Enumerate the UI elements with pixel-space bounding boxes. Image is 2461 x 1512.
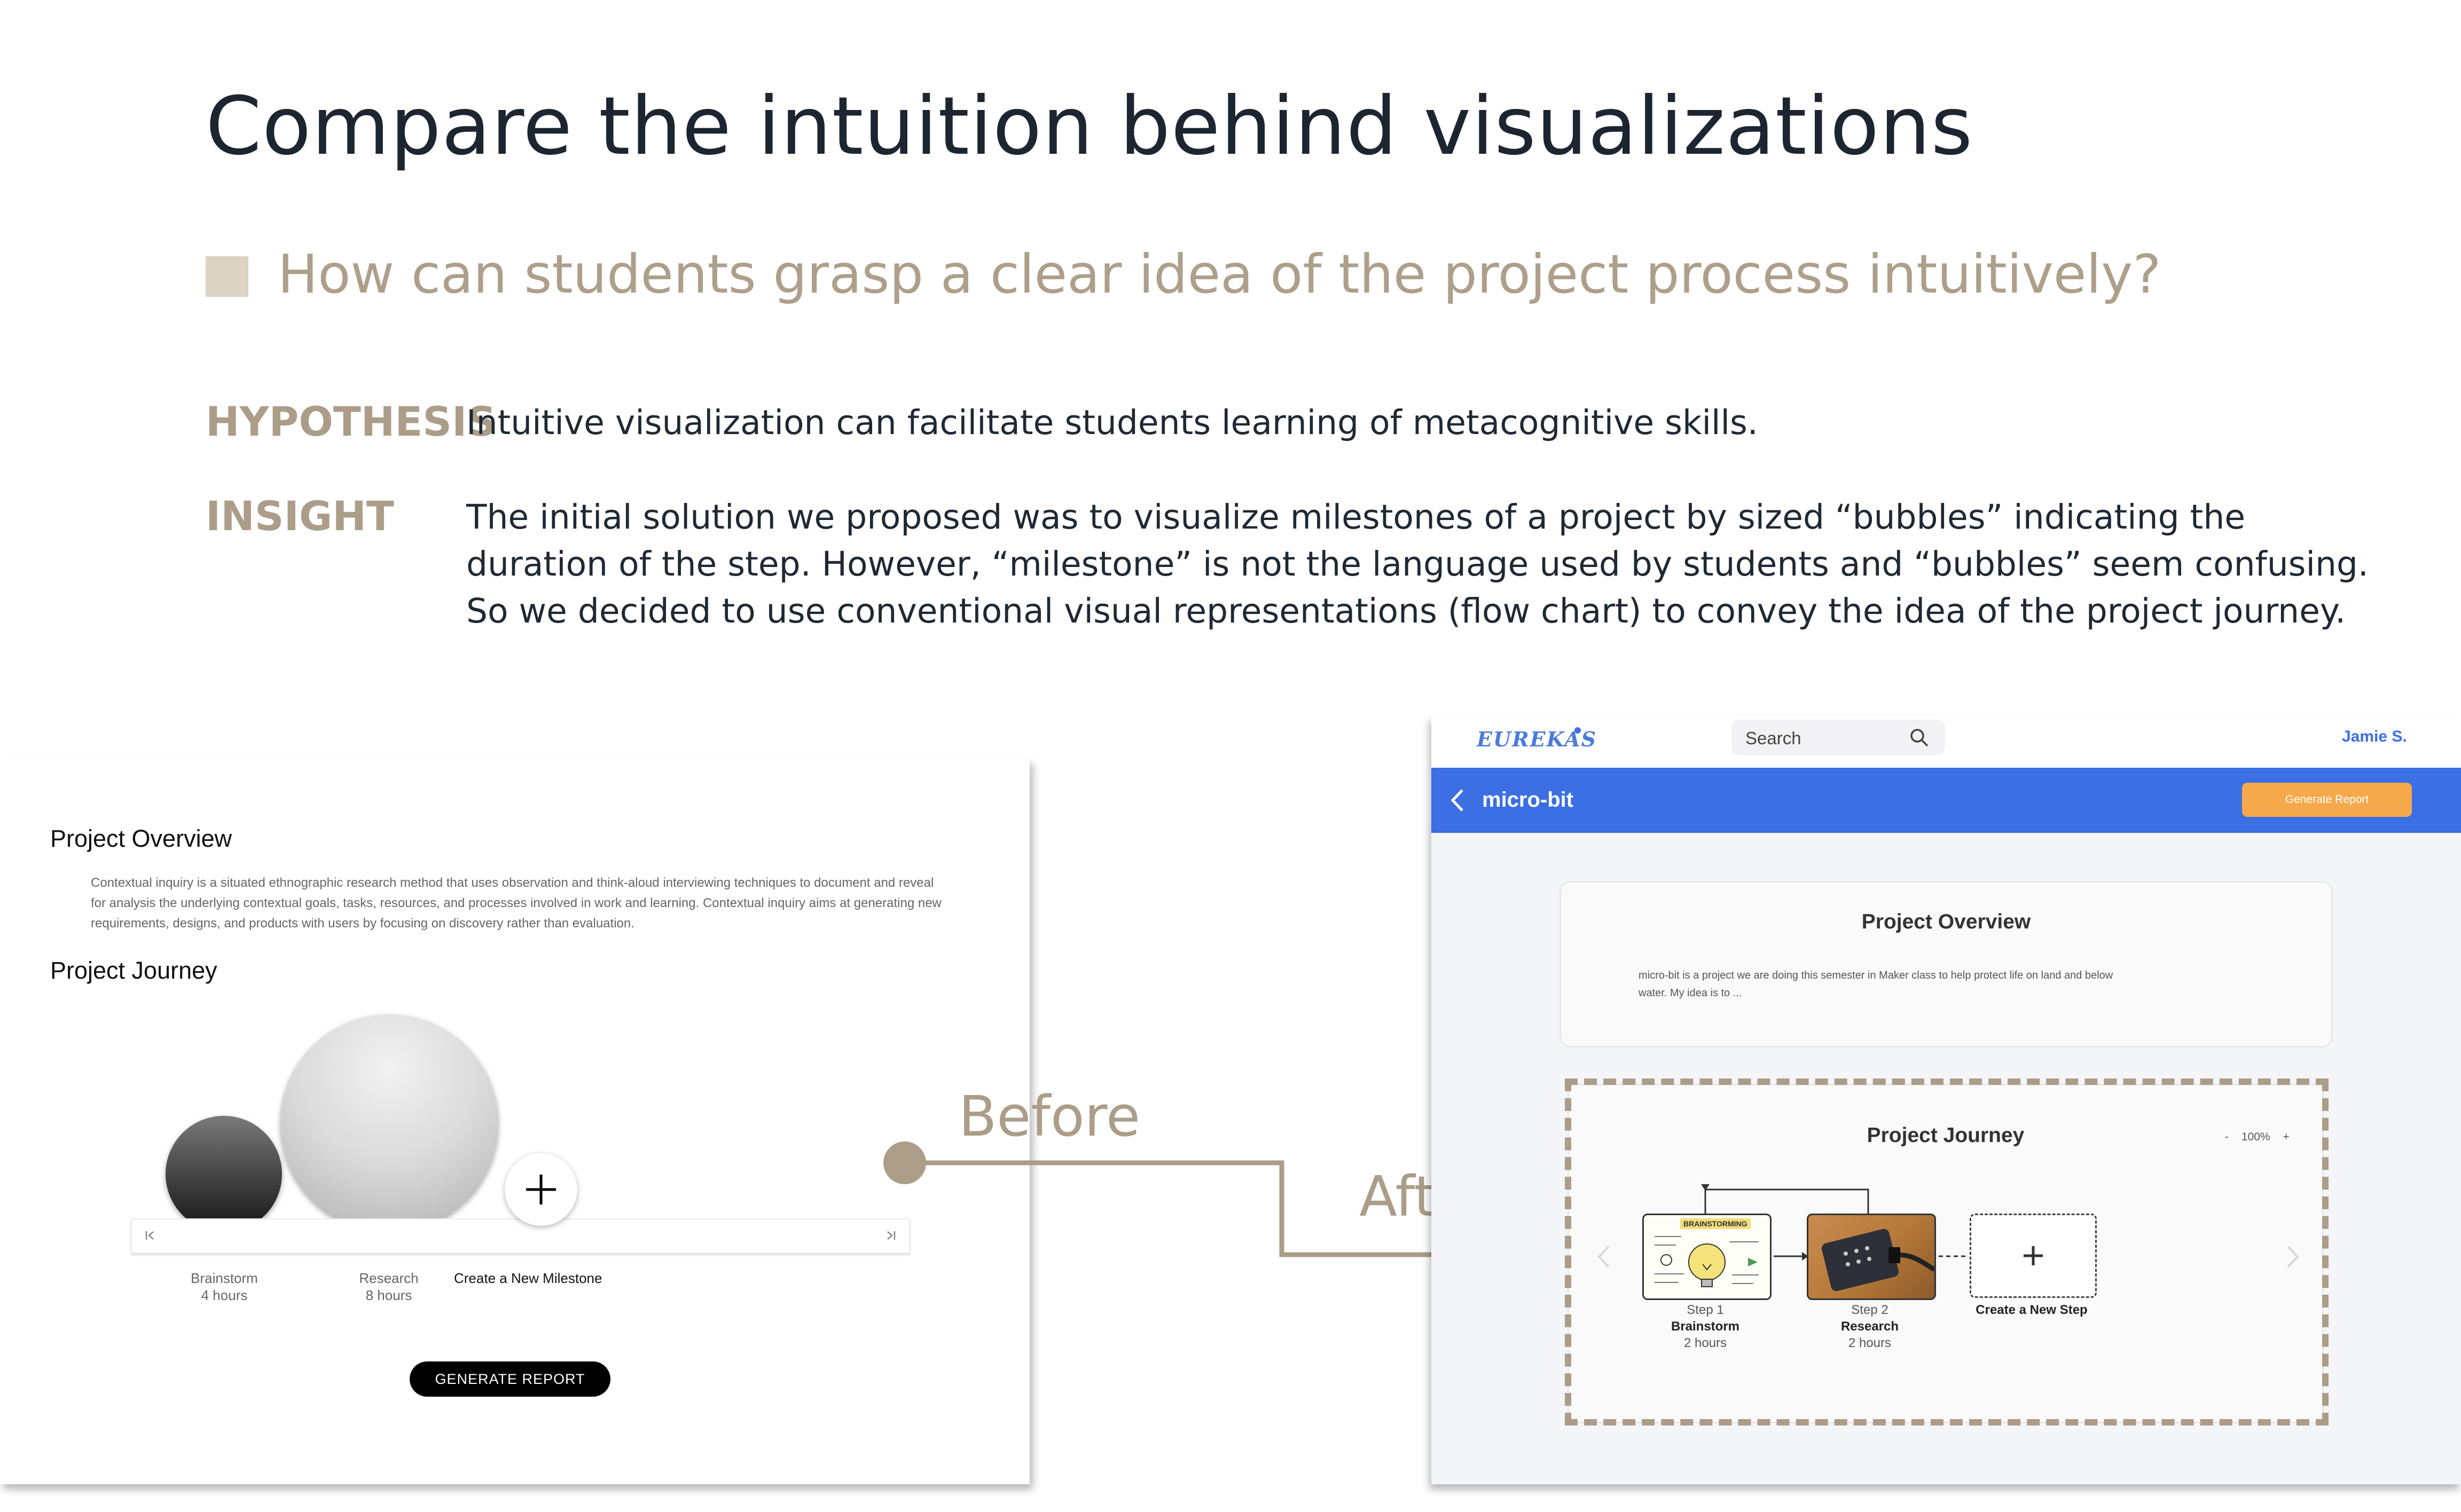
project-overview-panel: Project Overview micro-bit is a project … [1559, 881, 2333, 1048]
overview-text: micro-bit is a project we are doing this… [1639, 967, 2113, 1002]
project-title: micro-bit [1482, 788, 1574, 812]
top-navigation-bar: EUREKAS Search Jamie S. [1431, 715, 2461, 768]
overview-heading: Project Overview [1861, 910, 2031, 933]
project-header-bar: micro-bit Generate Report [1431, 768, 2461, 833]
overview-line: micro-bit is a project we are doing this… [1639, 970, 2113, 981]
highlight-frame [1565, 1078, 2329, 1426]
search-icon[interactable] [1909, 727, 1930, 749]
user-name[interactable]: Jamie S. [2342, 728, 2407, 746]
logo-dot [1574, 727, 1581, 734]
overview-line: water. My idea is to ... [1639, 987, 1742, 999]
search-input[interactable]: Search [1745, 728, 1801, 749]
back-arrow-icon[interactable] [1447, 788, 1469, 813]
search-bar[interactable]: Search [1731, 720, 1945, 755]
generate-report-button[interactable]: Generate Report [2242, 783, 2412, 817]
before-label: Before [959, 1084, 1141, 1149]
